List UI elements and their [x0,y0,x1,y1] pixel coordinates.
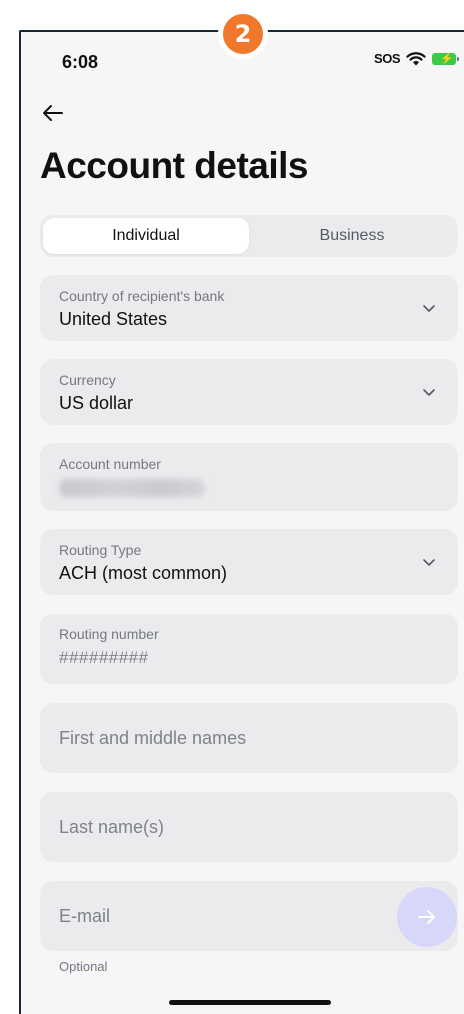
status-time: 6:08 [62,52,99,72]
recipient-type-toggle: Individual Business [40,215,458,257]
page-title: Account details [40,145,309,186]
chevron-down-icon [423,389,435,396]
chevron-down-icon [423,559,435,566]
back-arrow-icon[interactable] [40,102,66,124]
tab-business[interactable]: Business [249,218,455,254]
home-indicator [169,1000,331,1005]
first-names-field[interactable]: First and middle names [40,703,458,773]
routing-number-field[interactable]: Routing number ######### [40,614,458,684]
routing-number-input[interactable]: ######### [59,648,149,668]
last-name-placeholder: Last name(s) [59,817,165,837]
currency-label: Currency [59,372,116,388]
routing-type-value: ACH (most common) [59,563,228,583]
country-value: United States [59,309,168,329]
routing-type-label: Routing Type [59,542,142,558]
country-label: Country of recipient's bank [59,288,225,304]
battery-charging-icon: ⚡ [432,52,459,65]
first-names-placeholder: First and middle names [59,728,247,748]
next-button[interactable] [397,887,457,947]
routing-number-label: Routing number [59,626,159,642]
tab-individual[interactable]: Individual [43,218,249,254]
routing-type-select[interactable]: Routing Type ACH (most common) [40,529,458,595]
account-number-value-redacted [59,479,205,497]
currency-value: US dollar [59,393,134,413]
email-optional-hint: Optional [59,959,108,974]
email-field[interactable]: E-mail [40,881,458,951]
sos-indicator: SOS [374,51,400,66]
arrow-right-icon [418,910,435,924]
chevron-down-icon [423,305,435,312]
last-name-field[interactable]: Last name(s) [40,792,458,862]
wifi-icon [406,51,426,65]
email-placeholder: E-mail [59,906,111,926]
status-icons: SOS ⚡ [374,51,459,66]
currency-select[interactable]: Currency US dollar [40,359,458,425]
account-number-label: Account number [59,456,161,472]
step-badge: 2 [218,9,268,59]
account-number-field[interactable]: Account number [40,443,458,511]
phone-screen: 6:08 SOS ⚡ Account details Individual Bu… [19,30,464,1014]
country-select[interactable]: Country of recipient's bank United State… [40,275,458,341]
